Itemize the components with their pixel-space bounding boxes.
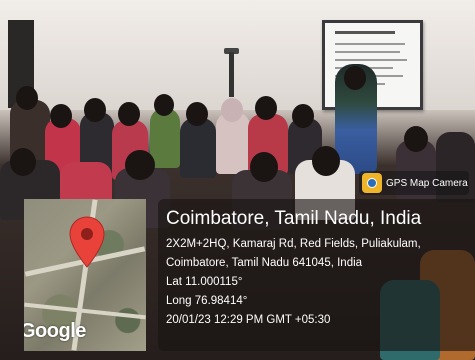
timestamp: 20/01/23 12:29 PM GMT +05:30	[166, 314, 331, 326]
latitude: Lat 11.000115°	[166, 276, 243, 288]
student	[150, 108, 180, 168]
screen-text-line	[335, 59, 407, 61]
student-head	[221, 98, 243, 122]
student-head	[292, 104, 314, 128]
address-line-1: 2X2M+2HQ, Kamaraj Rd, Red Fields, Puliak…	[166, 238, 421, 250]
student-head	[50, 104, 72, 128]
student-head	[154, 94, 174, 116]
google-logo: Google	[24, 320, 86, 342]
gps-camera-app-icon	[362, 173, 382, 193]
app-label: GPS Map Camera	[386, 177, 468, 189]
screen-text-line	[335, 51, 400, 53]
city-title: Coimbatore, Tamil Nadu, India	[166, 208, 422, 229]
student-head	[186, 102, 208, 126]
student-head	[10, 148, 36, 176]
screen-text-line	[335, 43, 405, 45]
screen-title-line	[335, 31, 395, 34]
location-map[interactable]: Google	[24, 199, 146, 351]
student-head	[250, 152, 278, 182]
location-pin-icon	[69, 216, 105, 268]
student-head	[16, 86, 38, 110]
student-head	[84, 98, 106, 122]
gps-map-camera-badge: GPS Map Camera	[359, 171, 469, 195]
speaker-stand	[229, 52, 234, 97]
student-head	[125, 150, 155, 180]
longitude: Long 76.98414°	[166, 295, 248, 307]
student	[180, 118, 216, 178]
student-head	[404, 126, 428, 152]
map-road	[24, 302, 146, 320]
address-line-2: Coimbatore, Tamil Nadu 641045, India	[166, 257, 363, 269]
student-head	[312, 146, 340, 176]
student-head	[255, 96, 277, 120]
teacher-head	[344, 66, 366, 90]
location-info-panel: Coimbatore, Tamil Nadu, India 2X2M+2HQ, …	[158, 199, 475, 351]
student-head	[118, 102, 140, 126]
